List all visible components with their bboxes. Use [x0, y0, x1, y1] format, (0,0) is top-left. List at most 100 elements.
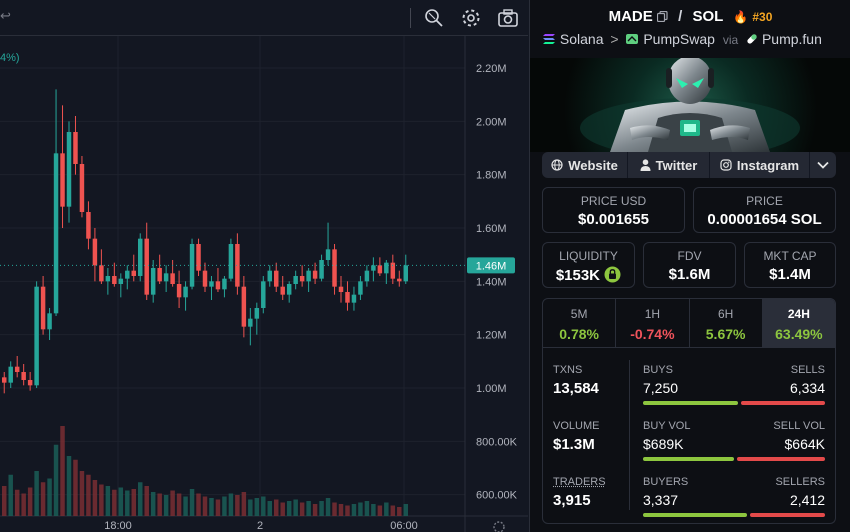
- buyers-label: BUYERS: [643, 476, 689, 488]
- buys-sells-stat: BUYS SELLS 7,250 6,334: [643, 364, 825, 405]
- tab-1h[interactable]: 1H -0.74%: [616, 299, 690, 347]
- tab-label: 5M: [570, 307, 588, 321]
- volume-bar: [280, 502, 285, 516]
- volume-bar: [286, 501, 292, 516]
- volume-bar: [99, 484, 104, 516]
- volume-bar: [222, 496, 227, 516]
- volume-bar: [21, 493, 26, 516]
- candle-body: [125, 270, 130, 279]
- price-chart[interactable]: ↩ 4%) 2.20M 2.00M 1.80M 1.60M 1.40M 1.20M 1.00…: [0, 0, 528, 532]
- volume-bar: [215, 499, 221, 516]
- y-tick-label: 600.00K: [476, 490, 518, 502]
- candle-body: [196, 244, 201, 271]
- volume-value: $1.3M: [553, 436, 595, 453]
- copy-icon[interactable]: [656, 10, 668, 23]
- user-icon: [640, 159, 651, 171]
- chevron-down-icon: [817, 161, 829, 169]
- volume-bar: [14, 489, 20, 516]
- volume-bar: [235, 495, 240, 516]
- trade-stats: TXNS 13,584 BUYS SELLS 7,250 6,334 VOLUME …: [542, 348, 836, 524]
- price-usd-label: PRICE USD: [580, 194, 647, 208]
- candle-body: [170, 273, 175, 284]
- volume-bar: [345, 505, 350, 516]
- tab-5m[interactable]: 5M 0.78%: [543, 299, 617, 347]
- y-tick-label: 1.40M: [476, 276, 507, 288]
- candle-body: [254, 308, 260, 319]
- candle-body: [66, 132, 72, 207]
- more-links-button[interactable]: [810, 152, 836, 178]
- volume-bar: [53, 444, 59, 516]
- candle-body: [86, 212, 91, 239]
- candlestick-plot[interactable]: 2.20M 2.00M 1.80M 1.60M 1.40M 1.20M 1.00M 800.0…: [0, 36, 528, 532]
- candle-body: [345, 292, 350, 303]
- tab-24h[interactable]: 24H 63.49%: [762, 299, 835, 347]
- dex-link[interactable]: PumpSwap: [643, 31, 715, 47]
- buys-label: BUYS: [643, 364, 673, 376]
- buys-value: 7,250: [643, 380, 679, 396]
- volume-bar: [228, 493, 234, 516]
- volume-bar: [170, 490, 175, 516]
- trending-rank[interactable]: #30: [752, 10, 772, 24]
- price-usd-value: $0.001655: [578, 211, 649, 228]
- candle-body: [27, 380, 33, 386]
- instagram-button[interactable]: Instagram: [710, 152, 810, 178]
- tab-change: -0.74%: [630, 326, 675, 342]
- quote-symbol: SOL: [692, 8, 724, 25]
- volume-bar: [125, 490, 130, 516]
- buy-vol-label: BUY VOL: [643, 420, 691, 432]
- fdv-box: FDV $1.6M: [643, 242, 736, 288]
- axis-settings-icon[interactable]: [493, 521, 505, 532]
- website-button[interactable]: Website: [542, 152, 628, 178]
- candle-body: [358, 281, 363, 295]
- volume-bar: [332, 502, 337, 516]
- tab-6h[interactable]: 6H 5.67%: [690, 299, 763, 347]
- volume-bar: [248, 499, 253, 516]
- candle-body: [384, 262, 389, 274]
- volume-bar: [92, 480, 98, 516]
- candle-body: [99, 265, 104, 282]
- price-label: PRICE: [746, 194, 783, 208]
- current-price-label: 1.46M: [476, 260, 507, 272]
- volume-bar: [384, 502, 389, 516]
- volume-bar: [157, 493, 162, 516]
- candle-body: [364, 270, 370, 282]
- candle-body: [261, 281, 266, 308]
- candle-body: [150, 268, 156, 295]
- buyers-sellers-bar: [643, 513, 825, 517]
- candle-body: [222, 278, 227, 290]
- volume-bar: [8, 474, 13, 516]
- volume-bar: [27, 487, 33, 516]
- candle-body: [112, 276, 117, 284]
- tab-label: 24H: [787, 307, 810, 321]
- lock-icon[interactable]: [604, 266, 621, 283]
- twitter-label: Twitter: [655, 157, 698, 173]
- txns-value: 13,584: [553, 380, 599, 397]
- volume-bar: [144, 486, 149, 516]
- back-arrow-icon[interactable]: ↩: [0, 8, 11, 24]
- candle-body: [202, 270, 208, 287]
- social-links: Website Twitter Instagram: [542, 152, 836, 178]
- launchpad-link[interactable]: Pump.fun: [762, 31, 822, 47]
- volume-bar: [241, 492, 247, 516]
- breadcrumb: Solana > PumpSwap via Pump.fun: [542, 31, 842, 47]
- candle-body: [267, 270, 272, 282]
- crosshair-icon[interactable]: [423, 7, 445, 29]
- candle-body: [21, 372, 26, 380]
- sells-label: SELLS: [790, 364, 825, 376]
- candle-body: [280, 286, 285, 295]
- token-symbol: MADE: [608, 8, 653, 25]
- candle-body: [312, 270, 318, 279]
- chain-link[interactable]: Solana: [560, 31, 604, 47]
- volume-bar: [319, 501, 324, 516]
- candle-body: [371, 265, 376, 271]
- fdv-label: FDV: [677, 249, 702, 263]
- volume-bar: [351, 504, 357, 516]
- pair-title: MADE / SOL 🔥 #30: [530, 8, 850, 25]
- camera-icon[interactable]: [497, 7, 519, 29]
- volume-bar: [274, 499, 279, 516]
- twitter-button[interactable]: Twitter: [628, 152, 710, 178]
- volume-bar: [66, 456, 72, 516]
- gear-icon[interactable]: [460, 7, 482, 29]
- candle-body: [228, 244, 234, 279]
- volume-bar: [60, 426, 65, 516]
